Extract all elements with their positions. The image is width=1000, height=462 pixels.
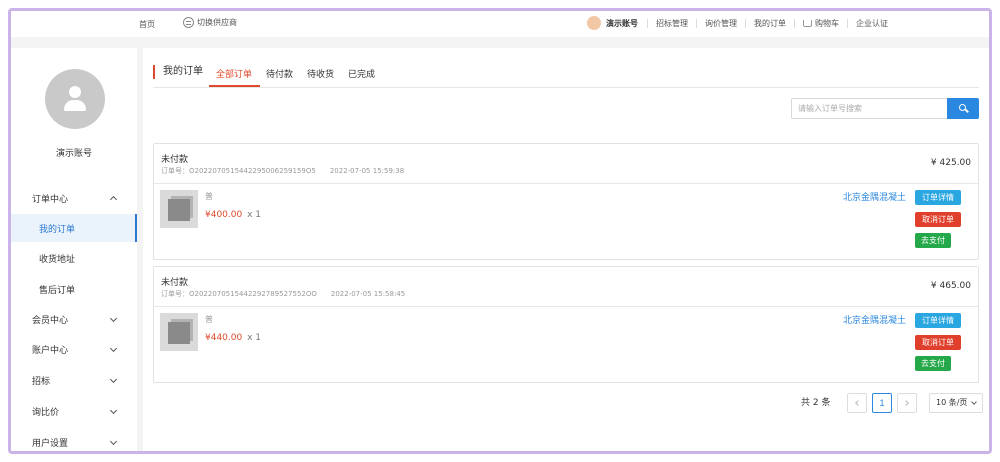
order-status: 未付款 (161, 278, 189, 288)
order-meta: 订单号：O2022070515442295006259159O5 2022-07-… (161, 166, 404, 176)
cart-label: 购物车 (815, 19, 839, 28)
page-size-value: 10 条/页 (936, 398, 968, 407)
seller-link[interactable]: 北京金隅混凝土 (843, 190, 906, 203)
order-detail-button[interactable]: 订单详情 (915, 313, 961, 328)
chevron-down-icon (109, 344, 118, 353)
home-link[interactable]: 首页 (139, 19, 155, 30)
chevron-down-icon (109, 406, 118, 415)
avatar (587, 16, 601, 30)
chevron-up-icon (109, 195, 118, 204)
link-my-orders[interactable]: 我的订单 (745, 19, 794, 28)
sidebar-item-label: 用户设置 (32, 438, 69, 449)
cancel-order-button[interactable]: 取消订单 (915, 335, 961, 350)
order-meta: 订单号：O2022070515442292789527552OO 2022-07-… (161, 289, 405, 299)
order-time: 2022-07-05 15:58:45 (330, 290, 406, 298)
order-header: 未付款 订单号：O2022070515442292789527552OO 2022… (154, 267, 978, 307)
sidebar-item-label: 我的订单 (39, 224, 76, 235)
order-total: ¥ 425.00 (930, 158, 971, 168)
quantity: x 1 (247, 210, 262, 220)
chevron-down-icon (109, 375, 118, 384)
order-detail-button[interactable]: 订单详情 (915, 190, 961, 205)
sidebar-item-account-center[interactable]: 账户中心 (11, 335, 137, 363)
tab-completed[interactable]: 已完成 (348, 67, 375, 80)
product-price: ¥400.00 x 1 (205, 210, 261, 220)
sidebar-item-member-center[interactable]: 会员中心 (11, 305, 137, 333)
link-bidding[interactable]: 招标管理 (647, 19, 696, 28)
sidebar-item-label: 招标 (32, 376, 51, 387)
app-frame: 首页 切换供应商 演示账号 招标管理 询价管理 我的订单 购物车 企业认证 演示… (8, 8, 992, 454)
switch-supplier-label: 切换供应商 (197, 18, 237, 27)
product-price: ¥440.00 x 1 (205, 333, 261, 343)
sidebar-item-bidding[interactable]: 招标 (11, 366, 137, 394)
tab-pending-payment[interactable]: 待付款 (266, 67, 293, 80)
page-size-select[interactable]: 10 条/页 (929, 393, 983, 413)
chevron-down-icon (971, 399, 977, 405)
sidebar-item-label: 账户中心 (32, 345, 69, 356)
user-menu[interactable]: 演示账号 (587, 16, 638, 30)
active-tab-indicator (209, 85, 260, 87)
main-panel: 我的订单 全部订单 待付款 待收货 已完成 未付款 订单号：O202207051… (143, 48, 989, 451)
chevron-left-icon (855, 400, 861, 406)
tab-all-orders[interactable]: 全部订单 (216, 67, 252, 80)
cart-icon (803, 20, 812, 27)
link-enterprise-cert[interactable]: 企业认证 (847, 19, 896, 28)
chevron-down-icon (109, 314, 118, 323)
product-name[interactable]: 普 (205, 191, 213, 202)
sidebar-item-user-settings[interactable]: 用户设置 (11, 428, 137, 451)
order-tabs: 我的订单 全部订单 待付款 待收货 已完成 (153, 60, 979, 88)
next-page-button[interactable] (897, 393, 917, 413)
chevron-down-icon (109, 437, 118, 446)
sidebar-item-order-center[interactable]: 订单中心 (11, 184, 137, 212)
pay-button[interactable]: 去支付 (915, 233, 951, 248)
order-card: 未付款 订单号：O2022070515442295006259159O5 2022… (153, 143, 979, 260)
sidebar-item-after-sales[interactable]: 售后订单 (11, 275, 137, 303)
product-thumbnail[interactable] (160, 190, 198, 228)
search-button[interactable] (947, 98, 979, 119)
seller-link[interactable]: 北京金隅混凝土 (843, 313, 906, 326)
order-number: 订单号：O2022070515442292789527552OO (161, 290, 317, 298)
quantity: x 1 (247, 333, 262, 343)
sidebar-item-label: 会员中心 (32, 315, 69, 326)
sidebar-username: 演示账号 (55, 149, 92, 159)
page-title: 我的订单 (153, 65, 203, 79)
product-thumbnail[interactable] (160, 313, 198, 351)
product-name[interactable]: 普 (205, 314, 213, 325)
sidebar-item-price-compare[interactable]: 询比价 (11, 397, 137, 425)
link-inquiry[interactable]: 询价管理 (696, 19, 745, 28)
sidebar-item-my-orders[interactable]: 我的订单 (11, 214, 137, 242)
order-total: ¥ 465.00 (930, 281, 971, 291)
sidebar: 演示账号 订单中心 我的订单 收货地址 售后订单 会员中心 账户中心 招标 询比… (11, 48, 137, 451)
top-links: 招标管理 询价管理 我的订单 购物车 企业认证 (647, 19, 896, 28)
cancel-order-button[interactable]: 取消订单 (915, 212, 961, 227)
switch-supplier-link[interactable]: 切换供应商 (183, 17, 237, 28)
link-cart[interactable]: 购物车 (794, 19, 847, 28)
pay-button[interactable]: 去支付 (915, 356, 951, 371)
price-value: ¥440.00 (205, 333, 243, 343)
switch-icon (183, 17, 194, 28)
top-bar: 首页 切换供应商 演示账号 招标管理 询价管理 我的订单 购物车 企业认证 (11, 11, 989, 37)
order-card: 未付款 订单号：O2022070515442292789527552OO 2022… (153, 266, 979, 383)
order-time: 2022-07-05 15:59:38 (329, 167, 405, 175)
chevron-right-icon (903, 400, 909, 406)
sidebar-item-label: 订单中心 (32, 194, 69, 205)
sidebar-item-label: 收货地址 (39, 254, 76, 265)
pagination-total: 共 2 条 (801, 398, 831, 408)
username: 演示账号 (606, 18, 638, 28)
sidebar-item-label: 询比价 (32, 407, 60, 418)
sidebar-item-address[interactable]: 收货地址 (11, 244, 137, 272)
price-value: ¥400.00 (205, 210, 243, 220)
page-number-button[interactable]: 1 (872, 393, 892, 413)
user-avatar-icon (45, 69, 105, 129)
sidebar-item-label: 售后订单 (39, 285, 76, 296)
order-number: 订单号：O2022070515442295006259159O5 (161, 167, 316, 175)
order-search-input[interactable] (791, 98, 948, 119)
prev-page-button[interactable] (847, 393, 867, 413)
order-status: 未付款 (161, 155, 189, 165)
order-header: 未付款 订单号：O2022070515442295006259159O5 2022… (154, 144, 978, 184)
tab-pending-receipt[interactable]: 待收货 (307, 67, 334, 80)
